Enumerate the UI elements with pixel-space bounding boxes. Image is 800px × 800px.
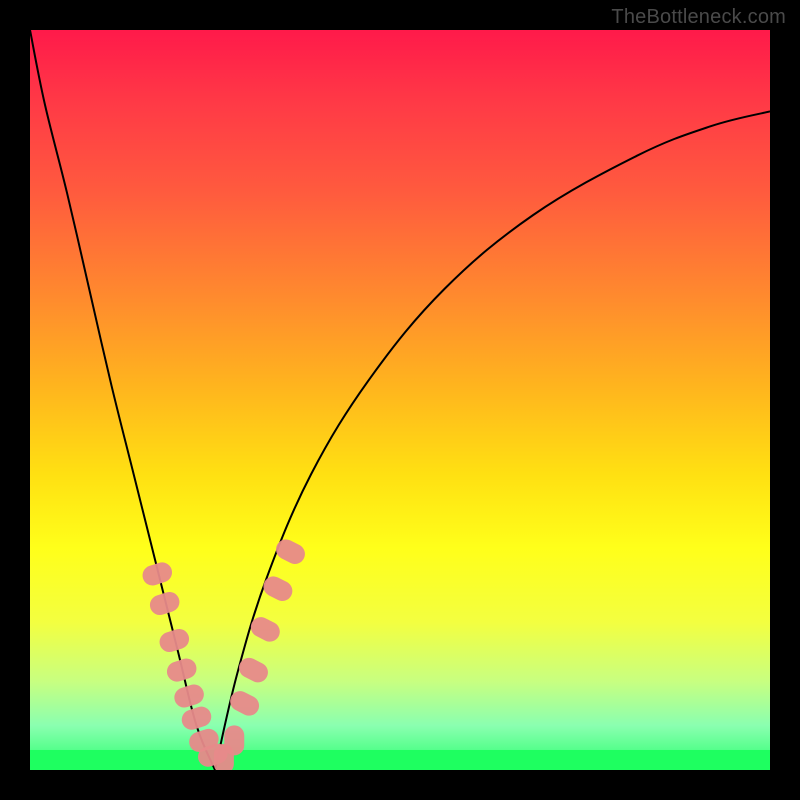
right-cluster-d	[260, 573, 296, 604]
marker-group	[140, 536, 308, 770]
plot-area	[30, 30, 770, 770]
trough-d	[224, 725, 244, 755]
watermark-text: TheBottleneck.com	[611, 6, 786, 29]
left-cluster-e	[179, 704, 214, 732]
curve-group	[30, 30, 770, 770]
left-cluster-d	[172, 682, 207, 710]
left-cluster-c	[164, 656, 199, 684]
left-cluster-a	[147, 589, 182, 617]
bottleneck-curve-svg	[30, 30, 770, 770]
bottleneck-curve	[30, 30, 770, 770]
left-cluster-b	[157, 626, 192, 654]
right-cluster-top	[273, 536, 309, 567]
left-cluster-top	[140, 560, 175, 588]
